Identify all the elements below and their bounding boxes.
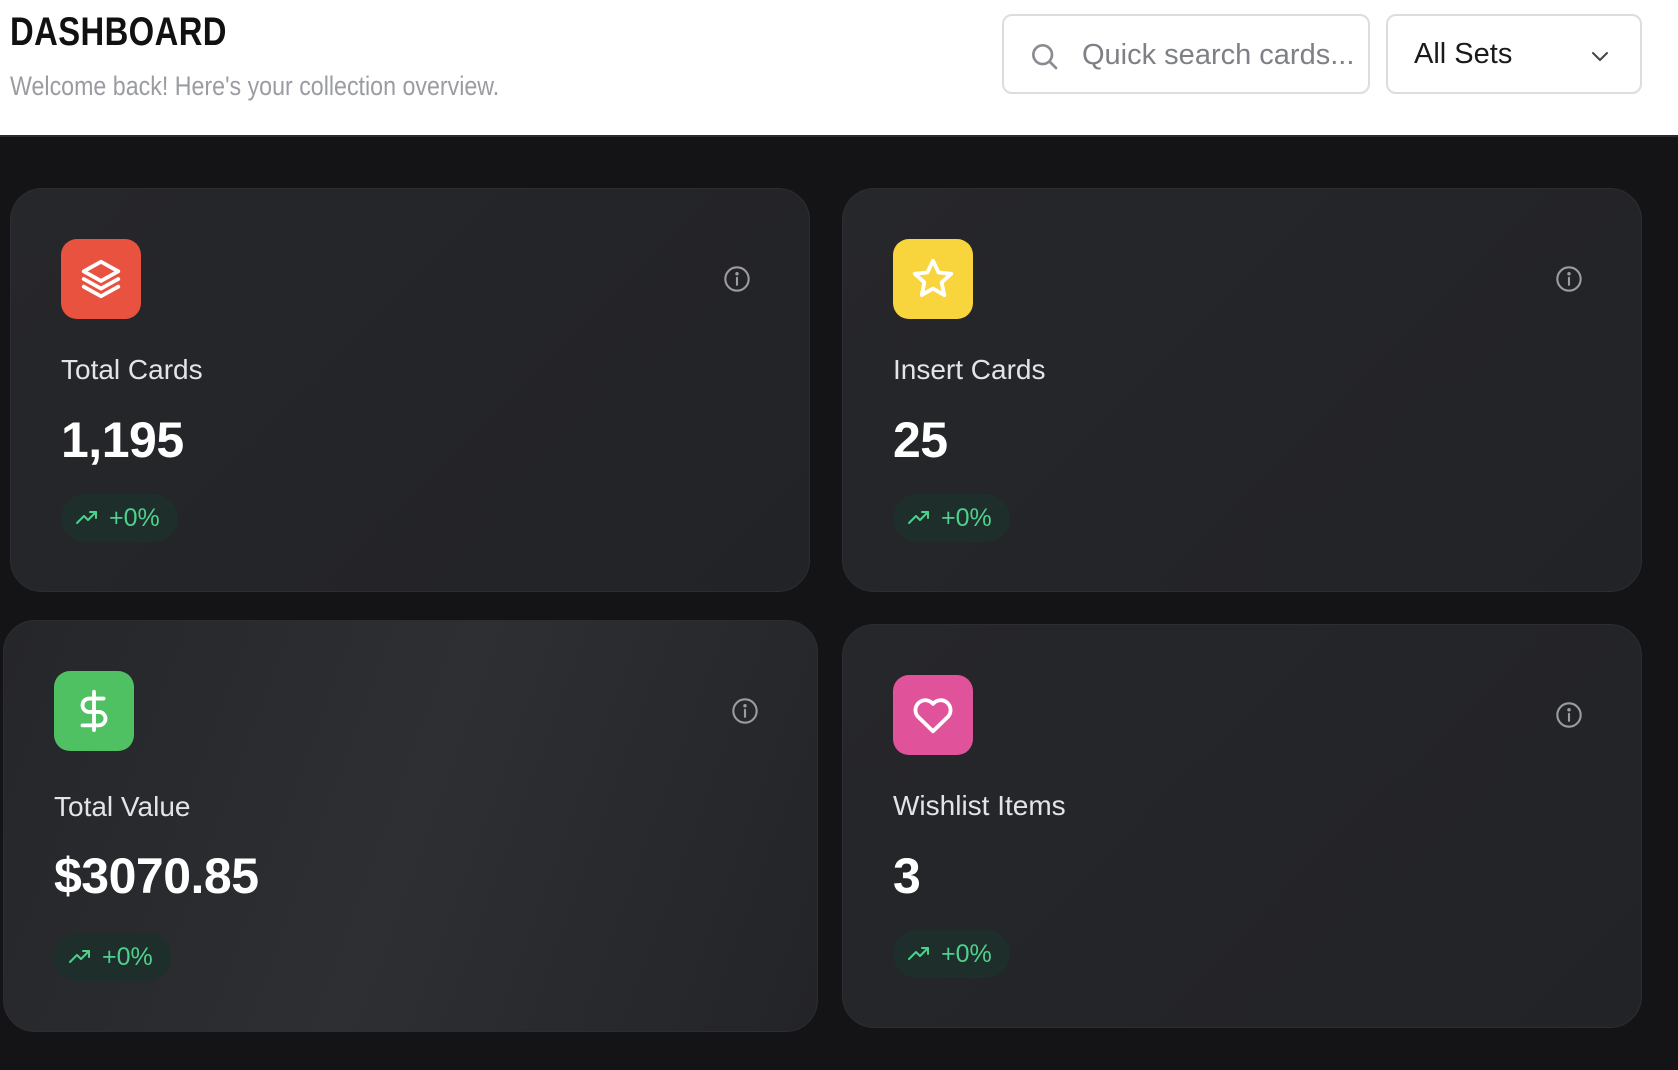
trend-value: +0% [941,503,992,532]
page-subtitle: Welcome back! Here's your collection ove… [10,71,500,101]
stat-label: Insert Cards [893,354,1046,385]
stat-label: Total Value [54,791,191,822]
stat-value: 1,195 [61,412,184,468]
layers-icon [81,259,121,299]
trending-up-icon [76,511,97,524]
trend-badge: +0% [54,933,171,981]
star-icon [912,258,954,298]
stat-value: 25 [893,412,948,468]
set-filter-value: All Sets [1414,38,1513,70]
trending-up-icon [908,947,929,960]
info-icon[interactable] [1555,701,1583,729]
trend-badge: +0% [893,494,1010,542]
insert-cards-icon-tile [893,239,973,319]
trending-up-icon [908,511,929,524]
chevron-down-icon [1592,52,1608,61]
set-filter-select[interactable]: All Sets [1386,14,1642,94]
search-input[interactable] [1082,34,1360,76]
trend-value: +0% [109,503,160,532]
trending-up-icon [69,950,90,963]
search-icon [1032,44,1058,70]
stat-card-insert-cards[interactable]: Insert Cards 25 +0% [842,188,1642,592]
trend-value: +0% [941,939,992,968]
total-value-icon-tile [54,671,134,751]
info-icon[interactable] [723,265,751,293]
stat-card-wishlist-items[interactable]: Wishlist Items 3 +0% [842,624,1642,1028]
heart-icon [913,698,953,734]
stat-card-total-value[interactable]: Total Value $3070.85 +0% [3,620,818,1032]
stat-card-total-cards[interactable]: Total Cards 1,195 +0% [10,188,810,592]
info-icon[interactable] [1555,265,1583,293]
stat-value: $3070.85 [54,848,259,904]
search-box[interactable] [1002,14,1370,94]
stat-label: Total Cards [61,354,203,385]
total-cards-icon-tile [61,239,141,319]
trend-value: +0% [102,942,153,971]
page-header: DASHBOARD Welcome back! Here's your coll… [0,0,1678,137]
wishlist-icon-tile [893,675,973,755]
stat-label: Wishlist Items [893,790,1066,821]
dollar-icon [80,689,108,733]
trend-badge: +0% [61,494,178,542]
info-icon[interactable] [731,697,759,725]
trend-badge: +0% [893,930,1010,978]
stat-value: 3 [893,848,921,904]
page-title: DASHBOARD [10,10,227,54]
